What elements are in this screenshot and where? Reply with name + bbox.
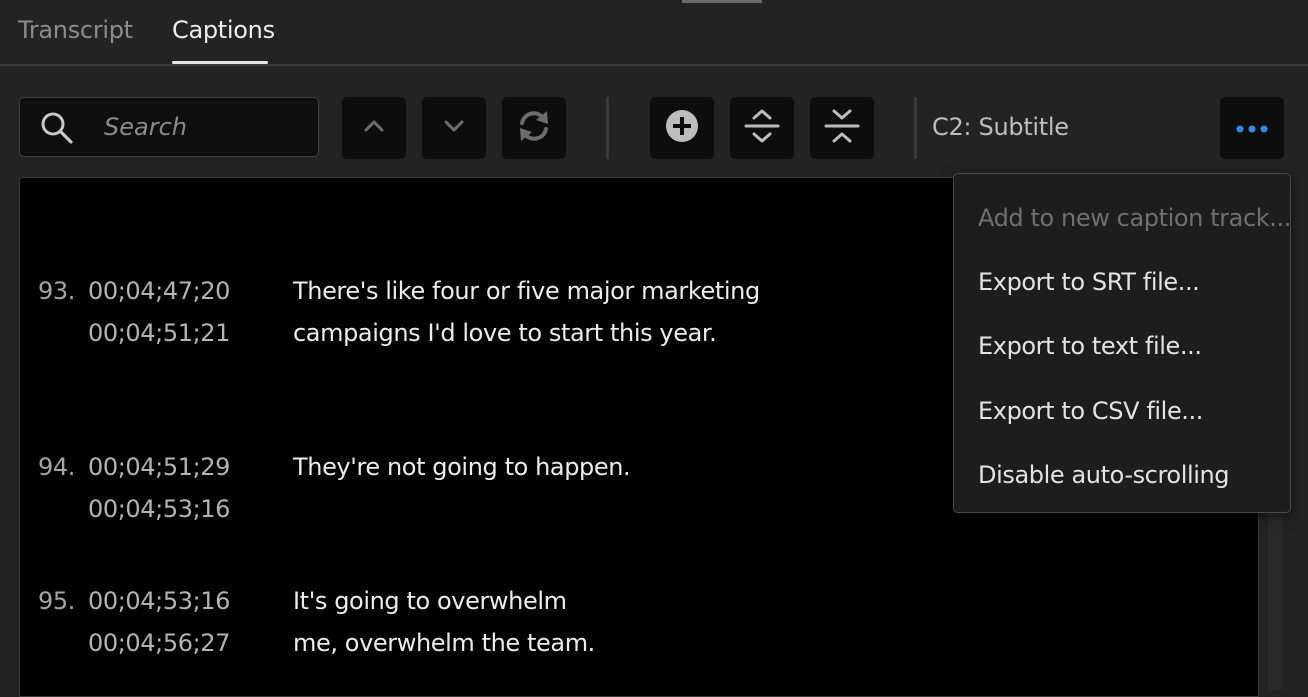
caption-text-line[interactable]: campaigns I'd love to start this year. — [293, 319, 717, 347]
caption-text-line[interactable]: There's like four or five major marketin… — [293, 277, 760, 305]
split-caption-button[interactable] — [730, 97, 794, 159]
search-input[interactable] — [102, 110, 306, 144]
toolbar-divider — [914, 97, 917, 159]
previous-result-button[interactable] — [342, 97, 406, 159]
search-icon — [40, 111, 74, 149]
caption-number: 93. — [38, 277, 75, 305]
caption-number: 95. — [38, 587, 75, 615]
tab-transcript[interactable]: Transcript — [18, 16, 133, 44]
caption-text-line[interactable]: It's going to overwhelm — [293, 587, 567, 615]
caption-start-time[interactable]: 00;04;53;16 — [88, 587, 230, 615]
active-tab-indicator — [172, 61, 268, 64]
caption-text-line[interactable]: me, overwhelm the team. — [293, 629, 595, 657]
search-box[interactable] — [19, 97, 319, 157]
menu-item-add-to-new-caption-track: Add to new caption track... — [978, 204, 1291, 232]
chevron-down-icon — [442, 118, 466, 138]
menu-item-disable-auto-scrolling[interactable]: Disable auto-scrolling — [978, 461, 1230, 489]
caption-end-time[interactable]: 00;04;51;21 — [88, 319, 230, 347]
add-caption-button[interactable] — [650, 97, 714, 159]
split-caption-icon — [744, 108, 780, 148]
menu-item-export-csv[interactable]: Export to CSV file... — [978, 397, 1203, 425]
more-options-icon — [1234, 119, 1270, 138]
more-options-button[interactable] — [1220, 97, 1284, 159]
toolbar-divider — [606, 97, 609, 159]
tab-captions[interactable]: Captions — [172, 16, 275, 44]
replace-button[interactable] — [502, 97, 566, 159]
chevron-up-icon — [362, 118, 386, 138]
menu-item-export-srt[interactable]: Export to SRT file... — [978, 268, 1200, 296]
caption-end-time[interactable]: 00;04;56;27 — [88, 629, 230, 657]
caption-track-label: C2: Subtitle — [932, 113, 1069, 141]
menu-item-export-text[interactable]: Export to text file... — [978, 332, 1202, 360]
refresh-icon — [516, 108, 552, 148]
add-circle-icon — [665, 109, 699, 147]
caption-end-time[interactable]: 00;04;53;16 — [88, 495, 230, 523]
caption-start-time[interactable]: 00;04;47;20 — [88, 277, 230, 305]
next-result-button[interactable] — [422, 97, 486, 159]
merge-captions-button[interactable] — [810, 97, 874, 159]
caption-number: 94. — [38, 453, 75, 481]
caption-text-line[interactable]: They're not going to happen. — [293, 453, 631, 481]
panel-tabs: Transcript Captions — [0, 0, 1308, 66]
caption-start-time[interactable]: 00;04;51;29 — [88, 453, 230, 481]
merge-captions-icon — [824, 108, 860, 148]
options-menu: Add to new caption track... Export to SR… — [953, 173, 1291, 513]
